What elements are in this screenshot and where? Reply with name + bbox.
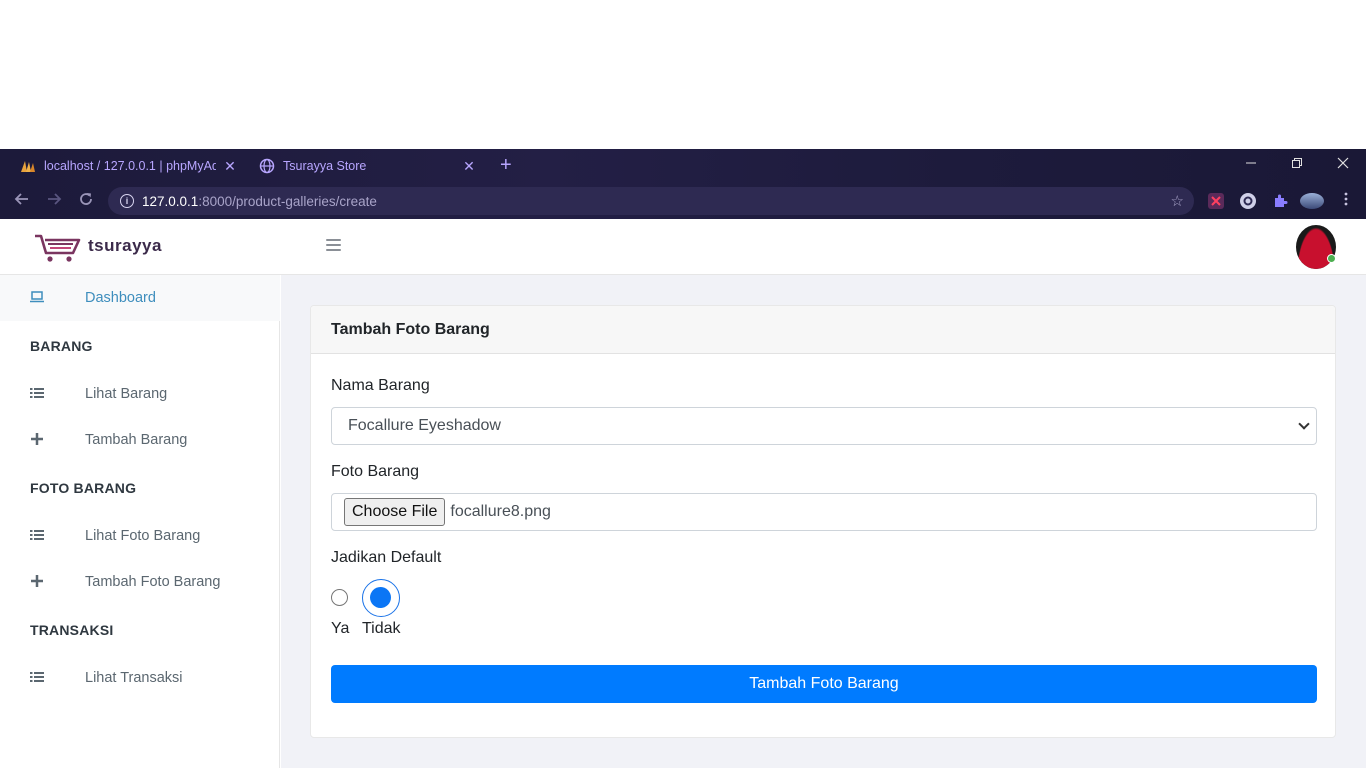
- sidebar-heading-barang: BARANG: [30, 338, 93, 354]
- address-bar[interactable]: i 127.0.0.1:8000/product-galleries/creat…: [108, 187, 1194, 215]
- choose-file-button[interactable]: Choose File: [344, 498, 446, 526]
- app-header: tsurayya: [0, 219, 1366, 275]
- user-avatar[interactable]: [1296, 225, 1336, 269]
- card-header: Tambah Foto Barang: [311, 306, 1335, 354]
- sidebar-item-label: Lihat Barang: [85, 386, 168, 402]
- sidebar-item-label: Lihat Transaksi: [85, 670, 183, 686]
- radio-ya[interactable]: [331, 589, 348, 606]
- window-controls: [1228, 149, 1366, 177]
- reload-icon[interactable]: [76, 191, 96, 211]
- sidebar-item-lihat-barang[interactable]: Lihat Barang: [0, 371, 280, 417]
- tab-label: localhost / 127.0.0.1 | phpMyAdmin: [44, 159, 216, 173]
- forward-icon[interactable]: [44, 191, 64, 211]
- phpmyadmin-icon: [20, 158, 36, 174]
- hamburger-menu-icon[interactable]: [326, 239, 341, 252]
- minimize-icon[interactable]: [1228, 149, 1274, 177]
- sidebar-item-tambah-barang[interactable]: Tambah Barang: [0, 417, 280, 463]
- sidebar-item-lihat-foto-barang[interactable]: Lihat Foto Barang: [0, 513, 280, 559]
- radio-tidak-label: Tidak: [362, 620, 401, 637]
- plus-icon: [30, 432, 44, 448]
- list-icon: [30, 387, 44, 402]
- opera-extension-icon[interactable]: [1240, 193, 1256, 209]
- submit-button[interactable]: Tambah Foto Barang: [331, 665, 1317, 703]
- sidebar-item-lihat-transaksi[interactable]: Lihat Transaksi: [0, 655, 280, 701]
- brand-name: tsurayya: [88, 236, 162, 255]
- sidebar-item-label: Tambah Foto Barang: [85, 574, 221, 590]
- restore-icon[interactable]: [1274, 149, 1320, 177]
- bookmark-star-icon[interactable]: ☆: [1171, 192, 1184, 210]
- form-card: Tambah Foto Barang Nama Barang Focallure…: [310, 305, 1336, 738]
- selected-product: Focallure Eyeshadow: [348, 417, 501, 434]
- close-window-icon[interactable]: [1320, 149, 1366, 177]
- new-tab-icon[interactable]: +: [500, 155, 512, 175]
- back-icon[interactable]: [12, 191, 32, 211]
- nama-barang-select[interactable]: Focallure Eyeshadow: [331, 407, 1317, 445]
- close-icon[interactable]: ✕: [222, 158, 238, 175]
- page-title: Tambah Foto Barang: [331, 321, 490, 338]
- sidebar-item-label: Dashboard: [85, 290, 156, 306]
- list-icon: [30, 529, 44, 544]
- laptop-icon: [30, 290, 44, 306]
- menu-kebab-icon[interactable]: [1336, 191, 1356, 211]
- radio-selected-dot: [370, 587, 391, 608]
- chevron-down-icon: [1298, 418, 1310, 430]
- browser-toolbar: i 127.0.0.1:8000/product-galleries/creat…: [0, 183, 1366, 219]
- browser-chrome: localhost / 127.0.0.1 | phpMyAdmin ✕ Tsu…: [0, 149, 1366, 219]
- list-icon: [30, 671, 44, 686]
- selected-file-name: focallure8.png: [450, 503, 551, 520]
- plus-icon: [30, 574, 44, 590]
- sidebar-item-dashboard[interactable]: Dashboard: [0, 275, 280, 321]
- url-host: 127.0.0.1: [142, 193, 199, 209]
- sidebar-item-label: Tambah Barang: [85, 432, 188, 448]
- tab-label: Tsurayya Store: [283, 159, 367, 173]
- radio-ya-label: Ya: [331, 620, 350, 637]
- tab-tsurayya-store[interactable]: Tsurayya Store ✕: [259, 153, 484, 179]
- radio-tidak[interactable]: [362, 579, 400, 617]
- puzzle-extensions-icon[interactable]: [1272, 193, 1288, 209]
- url-path: :8000/product-galleries/create: [198, 193, 377, 209]
- foto-barang-file-input[interactable]: Choose File focallure8.png: [331, 493, 1317, 531]
- close-icon[interactable]: ✕: [461, 158, 477, 175]
- sidebar-item-tambah-foto-barang[interactable]: Tambah Foto Barang: [0, 559, 280, 605]
- online-status-indicator: [1327, 254, 1336, 263]
- nama-barang-label: Nama Barang: [331, 377, 430, 394]
- sidebar-heading-transaksi: TRANSAKSI: [30, 622, 114, 638]
- info-icon[interactable]: i: [120, 194, 134, 208]
- profile-icon[interactable]: [1300, 193, 1324, 209]
- sidebar-heading-foto-barang: FOTO BARANG: [30, 480, 137, 496]
- tab-bar: localhost / 127.0.0.1 | phpMyAdmin ✕ Tsu…: [0, 149, 1366, 183]
- globe-icon: [259, 158, 275, 174]
- jadikan-default-label: Jadikan Default: [331, 549, 442, 566]
- blank-area: [0, 0, 1366, 149]
- tab-phpmyadmin[interactable]: localhost / 127.0.0.1 | phpMyAdmin ✕: [20, 153, 245, 179]
- foto-barang-label: Foto Barang: [331, 463, 420, 480]
- extension-icon[interactable]: [1208, 193, 1224, 209]
- sidebar-item-label: Lihat Foto Barang: [85, 528, 201, 544]
- sidebar: Dashboard BARANG Lihat Barang Tambah Bar…: [0, 275, 280, 768]
- main-content: Tambah Foto Barang Nama Barang Focallure…: [281, 275, 1366, 768]
